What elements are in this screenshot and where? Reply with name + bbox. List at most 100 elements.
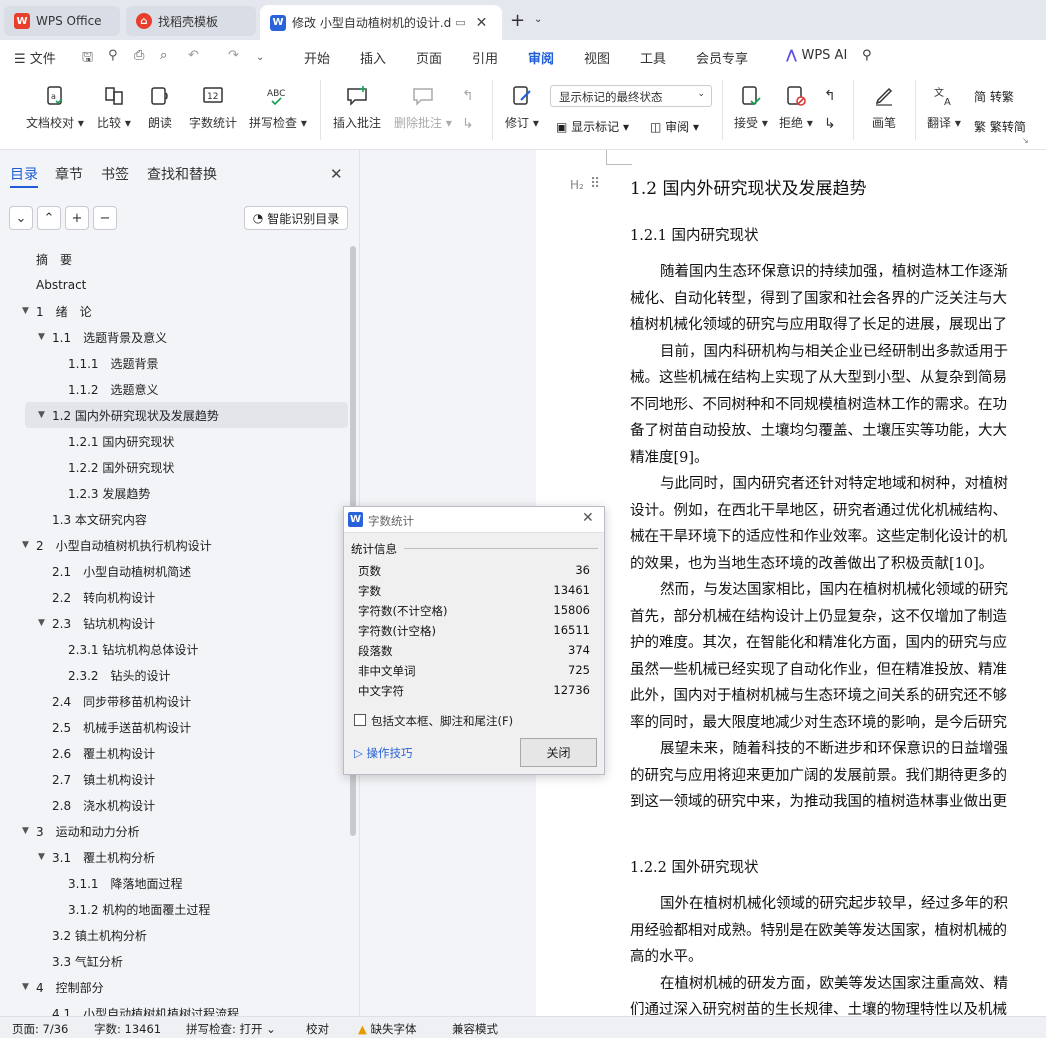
- toc-item[interactable]: ▼ 1.1 选题背景及意义: [0, 324, 350, 350]
- search-icon[interactable]: ⚲: [862, 48, 872, 63]
- missing-font-indicator[interactable]: ▲ 缺失字体: [358, 1021, 417, 1037]
- toc-item[interactable]: ▼ 3.1 覆土机构分析: [0, 844, 350, 870]
- toc-item[interactable]: 1.1.2 选题意义: [0, 376, 350, 402]
- tab-bookmarks[interactable]: 书签: [101, 164, 129, 184]
- print-preview-icon[interactable]: ⌕: [160, 48, 167, 63]
- dialog-titlebar[interactable]: W 字数统计 ✕: [344, 507, 604, 533]
- close-button[interactable]: 关闭: [520, 738, 597, 767]
- insert-comment-button[interactable]: 插入批注: [333, 84, 381, 131]
- toc-item[interactable]: ▼ 2.3 钻坑机构设计: [0, 610, 350, 636]
- toc-item[interactable]: 2.3.2 钻头的设计: [0, 662, 350, 688]
- paragraph-line[interactable]: 护的难度。其次，在智能化和精准化方面，国内的研究与应: [630, 631, 1046, 652]
- print-icon[interactable]: ⎙: [134, 48, 144, 63]
- read-aloud-button[interactable]: 朗读: [148, 84, 172, 131]
- accept-button[interactable]: 接受 ▾: [734, 84, 768, 131]
- paragraph-line[interactable]: 率的同时，最大限度地减少对生态环境的影响，是今后研究: [630, 711, 1046, 732]
- toc-item[interactable]: ▼ 1.2 国内外研究现状及发展趋势: [25, 402, 348, 428]
- delete-comment-button[interactable]: 删除批注 ▾: [394, 84, 452, 131]
- save-icon[interactable]: 🖫: [82, 48, 93, 70]
- new-tab-icon[interactable]: +: [510, 10, 525, 31]
- prev-change-icon[interactable]: ↰: [824, 88, 836, 104]
- paragraph-line[interactable]: 高的水平。: [630, 945, 1046, 966]
- include-textbox-checkbox[interactable]: [354, 714, 366, 726]
- expand-arrow-icon[interactable]: ▼: [22, 826, 29, 836]
- prev-comment-icon[interactable]: ↰: [462, 88, 474, 104]
- file-menu[interactable]: ☰ 文件: [14, 48, 56, 67]
- toc-item[interactable]: ▼ 3 运动和动力分析: [0, 818, 350, 844]
- paragraph-line[interactable]: 的效果，也为当地生态环境的改善做出了积极贡献[10]。: [630, 552, 1046, 573]
- menu-review[interactable]: 审阅: [528, 48, 555, 75]
- menu-insert[interactable]: 插入: [360, 48, 386, 67]
- paragraph-line[interactable]: 在植树机械的研发方面，欧美等发达国家注重高效、精: [630, 972, 1046, 993]
- smart-toc-button[interactable]: ◔ 智能识别目录: [244, 206, 348, 230]
- paragraph-line[interactable]: 用经验都相对成熟。特别是在欧美等发达国家，植树机械的: [630, 919, 1046, 940]
- toc-item[interactable]: 1.1.1 选题背景: [0, 350, 350, 376]
- quick-access-chevron-icon[interactable]: ⌄: [256, 52, 264, 63]
- next-comment-icon[interactable]: ↳: [462, 116, 474, 132]
- toc-item[interactable]: 1.3 本文研究内容: [0, 506, 350, 532]
- menu-reference[interactable]: 引用: [472, 48, 498, 67]
- toc-item[interactable]: Abstract: [0, 272, 350, 298]
- paragraph-line[interactable]: 精准度[9]。: [630, 446, 1046, 467]
- review-pane-button[interactable]: ◫ 审阅 ▾: [650, 118, 699, 135]
- close-pane-icon[interactable]: ✕: [330, 165, 343, 183]
- paragraph-line[interactable]: 械化、自动化转型，得到了国家和社会各界的广泛关注与大: [630, 287, 1046, 308]
- paragraph-line[interactable]: 备了树苗自动投放、土壤均匀覆盖、土壤压实等功能，大大: [630, 419, 1046, 440]
- toc-item[interactable]: 1.2.3 发展趋势: [0, 480, 350, 506]
- paragraph-line[interactable]: 与此同时，国内研究者还针对特定地域和树种，对植树: [630, 472, 1046, 493]
- undo-icon[interactable]: ↶: [188, 48, 199, 63]
- paragraph-line[interactable]: 虽然一些机械已经实现了自动化作业，但在精准投放、精准: [630, 658, 1046, 679]
- tab-list-chevron-icon[interactable]: ⌄: [534, 14, 542, 25]
- word-count-indicator[interactable]: 字数: 13461: [94, 1021, 161, 1037]
- tab-template[interactable]: ⌂ 找稻壳模板: [126, 6, 256, 36]
- page-indicator[interactable]: 页面: 7/36: [12, 1021, 68, 1037]
- toc-item[interactable]: 1.2.2 国外研究现状: [0, 454, 350, 480]
- spell-check-button[interactable]: ABC 拼写检查 ▾: [249, 84, 307, 131]
- paragraph-line[interactable]: 国外在植树机械化领域的研究起步较早，经过多年的积: [630, 892, 1046, 913]
- section-heading[interactable]: 1.2 国内外研究现状及发展趋势: [630, 174, 866, 199]
- tips-link[interactable]: ▷ 操作技巧: [354, 745, 413, 761]
- toc-item[interactable]: 3.1.1 降落地面过程: [0, 870, 350, 896]
- paragraph-line[interactable]: 的研究与应用将迎来更加广阔的发展前景。我们期待更多的: [630, 764, 1046, 785]
- drag-handle-icon[interactable]: ⠿: [590, 176, 600, 192]
- subsection-heading-1[interactable]: 1.2.1 国内研究现状: [630, 224, 759, 245]
- pen-button[interactable]: 画笔: [872, 84, 896, 131]
- tab-toc[interactable]: 目录: [10, 164, 38, 184]
- expand-arrow-icon[interactable]: ▼: [22, 540, 29, 550]
- wps-ai-menu[interactable]: ⋀ WPS AI: [786, 48, 847, 63]
- expand-arrow-icon[interactable]: ▼: [38, 410, 45, 420]
- word-count-button[interactable]: 12 字数统计: [189, 84, 237, 131]
- menu-start[interactable]: 开始: [304, 48, 330, 67]
- tab-wps-office[interactable]: W WPS Office: [4, 6, 120, 36]
- to-simplified-button[interactable]: 繁 繁转简: [974, 118, 1032, 135]
- tab-document[interactable]: W 修改 小型自动植树机的设计.d ▭ ✕: [260, 5, 502, 40]
- menu-view[interactable]: 视图: [584, 48, 610, 67]
- tab-find-replace[interactable]: 查找和替换: [147, 164, 217, 184]
- toc-item[interactable]: ▼ 1 绪 论: [0, 298, 350, 324]
- compare-button[interactable]: 比较 ▾: [97, 84, 131, 131]
- paragraph-line[interactable]: 植树机械化领域的研究与应用取得了长足的进展，展现出了: [630, 313, 1046, 334]
- toc-item[interactable]: 4.1 小型自动植树机植树过程流程: [0, 1000, 350, 1017]
- paragraph-line[interactable]: 然而，与发达国家相比，国内在植树机械化领域的研究: [630, 578, 1046, 599]
- toc-item[interactable]: 3.1.2 机构的地面覆土过程: [0, 896, 350, 922]
- proof-indicator[interactable]: 校对: [306, 1021, 329, 1037]
- translate-button[interactable]: 文A 翻译 ▾: [927, 84, 961, 131]
- revise-button[interactable]: 修订 ▾: [505, 84, 539, 131]
- menu-tools[interactable]: 工具: [640, 48, 666, 67]
- toc-item[interactable]: 2.1 小型自动植树机简述: [0, 558, 350, 584]
- close-dialog-icon[interactable]: ✕: [582, 510, 594, 526]
- doc-check-button[interactable]: a 文档校对 ▾: [26, 84, 84, 131]
- close-tab-icon[interactable]: ✕: [476, 15, 488, 31]
- toc-item[interactable]: 2.4 同步带移苗机构设计: [0, 688, 350, 714]
- toc-item[interactable]: 2.2 转向机构设计: [0, 584, 350, 610]
- paragraph-line[interactable]: 械在干旱环境下的适应性和作业效率。这些定制化设计的机: [630, 525, 1046, 546]
- toc-item[interactable]: 1.2.1 国内研究现状: [0, 428, 350, 454]
- paragraph-line[interactable]: 械。这些机械在结构上实现了从大型到小型、从复杂到简易: [630, 366, 1046, 387]
- expand-arrow-icon[interactable]: ▼: [38, 852, 45, 862]
- toc-item[interactable]: 3.2 镇土机构分析: [0, 922, 350, 948]
- expand-arrow-icon[interactable]: ▼: [38, 618, 45, 628]
- move-up-button[interactable]: ⌃: [37, 206, 61, 230]
- reject-button[interactable]: 拒绝 ▾: [779, 84, 813, 131]
- toc-item[interactable]: ▼ 4 控制部分: [0, 974, 350, 1000]
- paragraph-line[interactable]: 随着国内生态环保意识的持续加强，植树造林工作逐渐: [630, 260, 1046, 281]
